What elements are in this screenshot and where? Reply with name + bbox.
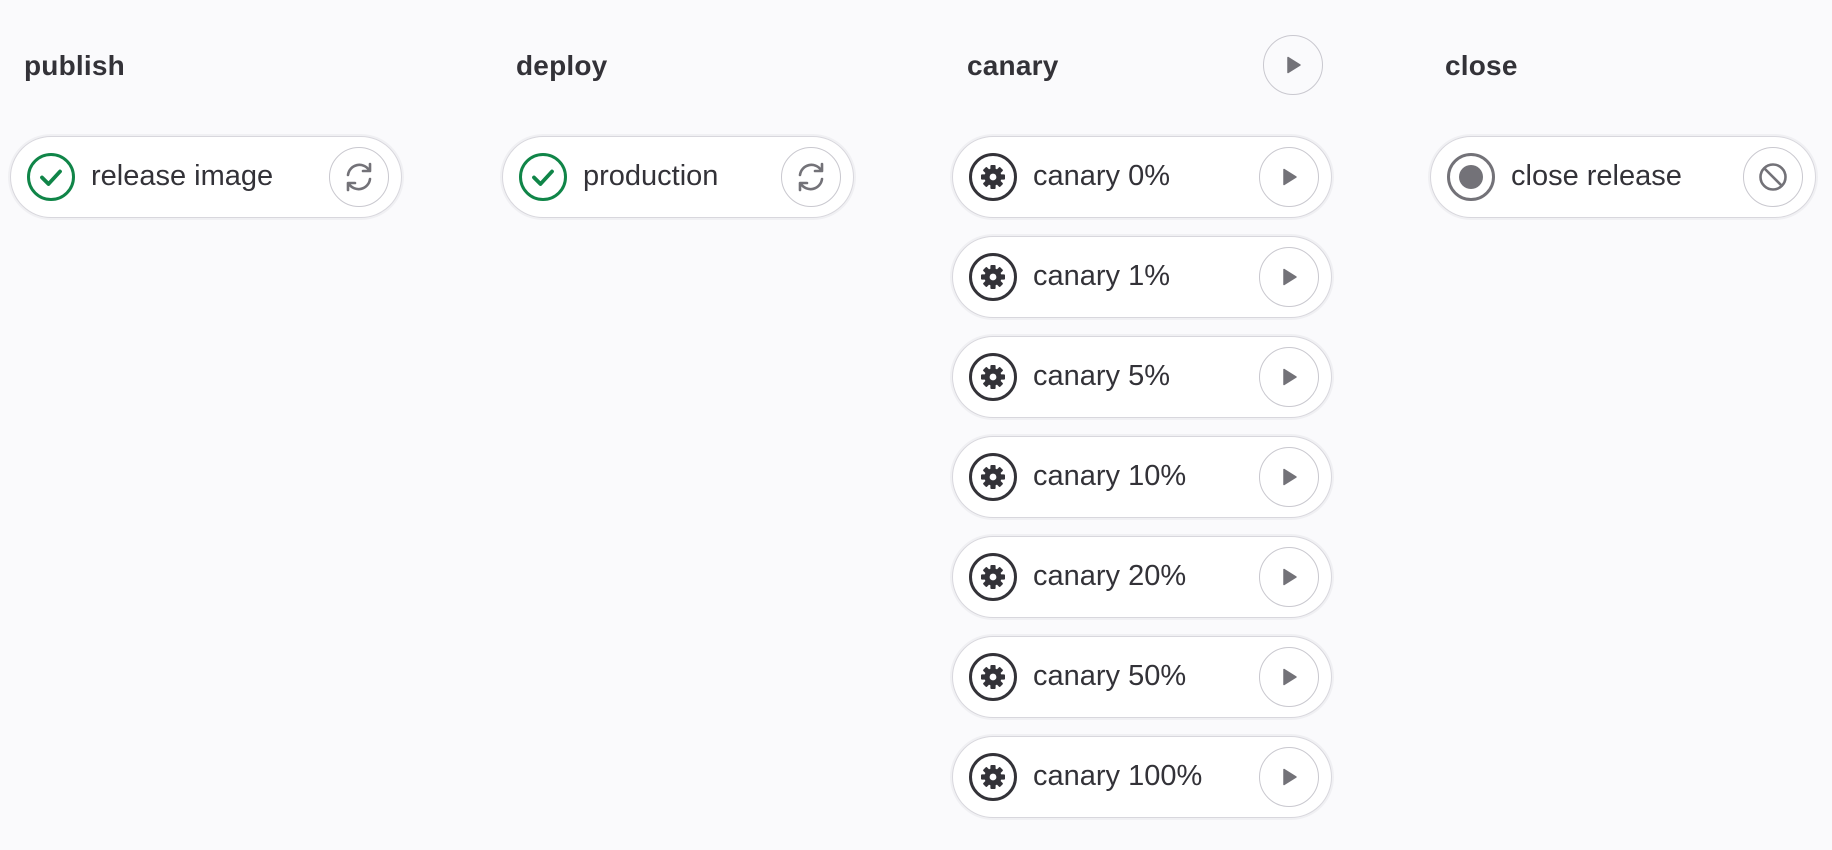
stage-title: canary: [967, 50, 1059, 81]
stage-header: publish: [24, 48, 125, 84]
manual-gear-icon: [968, 352, 1018, 402]
play-button[interactable]: [1259, 547, 1319, 607]
job-name: canary 10%: [1033, 460, 1187, 492]
stage-title: close: [1445, 50, 1518, 81]
job-name: canary 1%: [1033, 260, 1171, 292]
job-canary-0[interactable]: canary 0%: [952, 136, 1332, 218]
success-check-icon: [26, 152, 76, 202]
retry-button[interactable]: [781, 147, 841, 207]
play-icon: [1282, 54, 1304, 76]
play-icon: [1278, 366, 1300, 388]
play-button[interactable]: [1259, 747, 1319, 807]
stage-header: close: [1445, 48, 1518, 84]
created-dot-icon: [1446, 152, 1496, 202]
stage-title: deploy: [516, 50, 608, 81]
play-button[interactable]: [1259, 247, 1319, 307]
stage-header: canary: [967, 48, 1059, 84]
job-canary-1[interactable]: canary 1%: [952, 236, 1332, 318]
success-check-icon: [518, 152, 568, 202]
manual-gear-icon: [968, 652, 1018, 702]
play-button[interactable]: [1259, 147, 1319, 207]
manual-gear-icon: [968, 752, 1018, 802]
job-release-image[interactable]: release image: [10, 136, 402, 218]
stage-title: publish: [24, 50, 125, 81]
cancel-icon: [1757, 161, 1789, 193]
play-button[interactable]: [1259, 347, 1319, 407]
job-name: canary 100%: [1033, 760, 1203, 792]
play-icon: [1278, 466, 1300, 488]
retry-button[interactable]: [329, 147, 389, 207]
job-name: release image: [91, 160, 274, 192]
retry-icon: [341, 159, 377, 195]
play-icon: [1278, 666, 1300, 688]
manual-gear-icon: [968, 452, 1018, 502]
cancel-button[interactable]: [1743, 147, 1803, 207]
play-button[interactable]: [1259, 447, 1319, 507]
play-all-button[interactable]: [1263, 35, 1323, 95]
manual-gear-icon: [968, 152, 1018, 202]
manual-gear-icon: [968, 552, 1018, 602]
job-name: canary 20%: [1033, 560, 1187, 592]
job-name: canary 0%: [1033, 160, 1171, 192]
job-canary-100[interactable]: canary 100%: [952, 736, 1332, 818]
retry-icon: [793, 159, 829, 195]
play-icon: [1278, 266, 1300, 288]
job-production[interactable]: production: [502, 136, 854, 218]
play-button[interactable]: [1259, 647, 1319, 707]
job-canary-10[interactable]: canary 10%: [952, 436, 1332, 518]
play-icon: [1278, 166, 1300, 188]
job-close-release[interactable]: close release: [1430, 136, 1816, 218]
job-name: canary 50%: [1033, 660, 1187, 692]
job-name: production: [583, 160, 719, 192]
job-name: close release: [1511, 160, 1682, 192]
job-canary-5[interactable]: canary 5%: [952, 336, 1332, 418]
job-canary-50[interactable]: canary 50%: [952, 636, 1332, 718]
manual-gear-icon: [968, 252, 1018, 302]
stage-header: deploy: [516, 48, 607, 84]
play-icon: [1278, 766, 1300, 788]
job-canary-20[interactable]: canary 20%: [952, 536, 1332, 618]
play-icon: [1278, 566, 1300, 588]
job-name: canary 5%: [1033, 360, 1171, 392]
